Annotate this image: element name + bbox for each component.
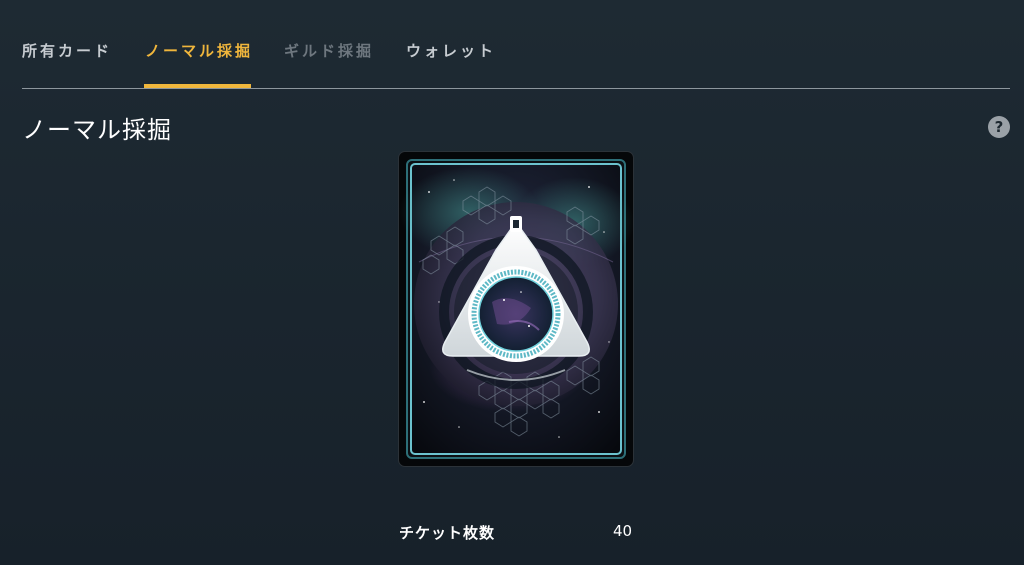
tab-wallet[interactable]: ウォレット bbox=[406, 40, 496, 61]
tab-divider bbox=[22, 88, 1010, 89]
tab-normal-mining[interactable]: ノーマル採掘 bbox=[145, 40, 253, 61]
ticket-count-label: チケット枚数 bbox=[399, 524, 496, 542]
card-artwork bbox=[399, 159, 633, 459]
help-icon[interactable]: ? bbox=[988, 116, 1010, 138]
page-title: ノーマル採掘 bbox=[22, 116, 172, 144]
tab-bar: 所有カード ノーマル採掘 ギルド採掘 ウォレット bbox=[0, 0, 1024, 89]
tab-guild-mining[interactable]: ギルド採掘 bbox=[284, 40, 374, 61]
ticket-count-value: 40 bbox=[613, 522, 633, 540]
mining-card[interactable] bbox=[399, 152, 633, 466]
tab-owned-cards[interactable]: 所有カード bbox=[22, 40, 112, 61]
